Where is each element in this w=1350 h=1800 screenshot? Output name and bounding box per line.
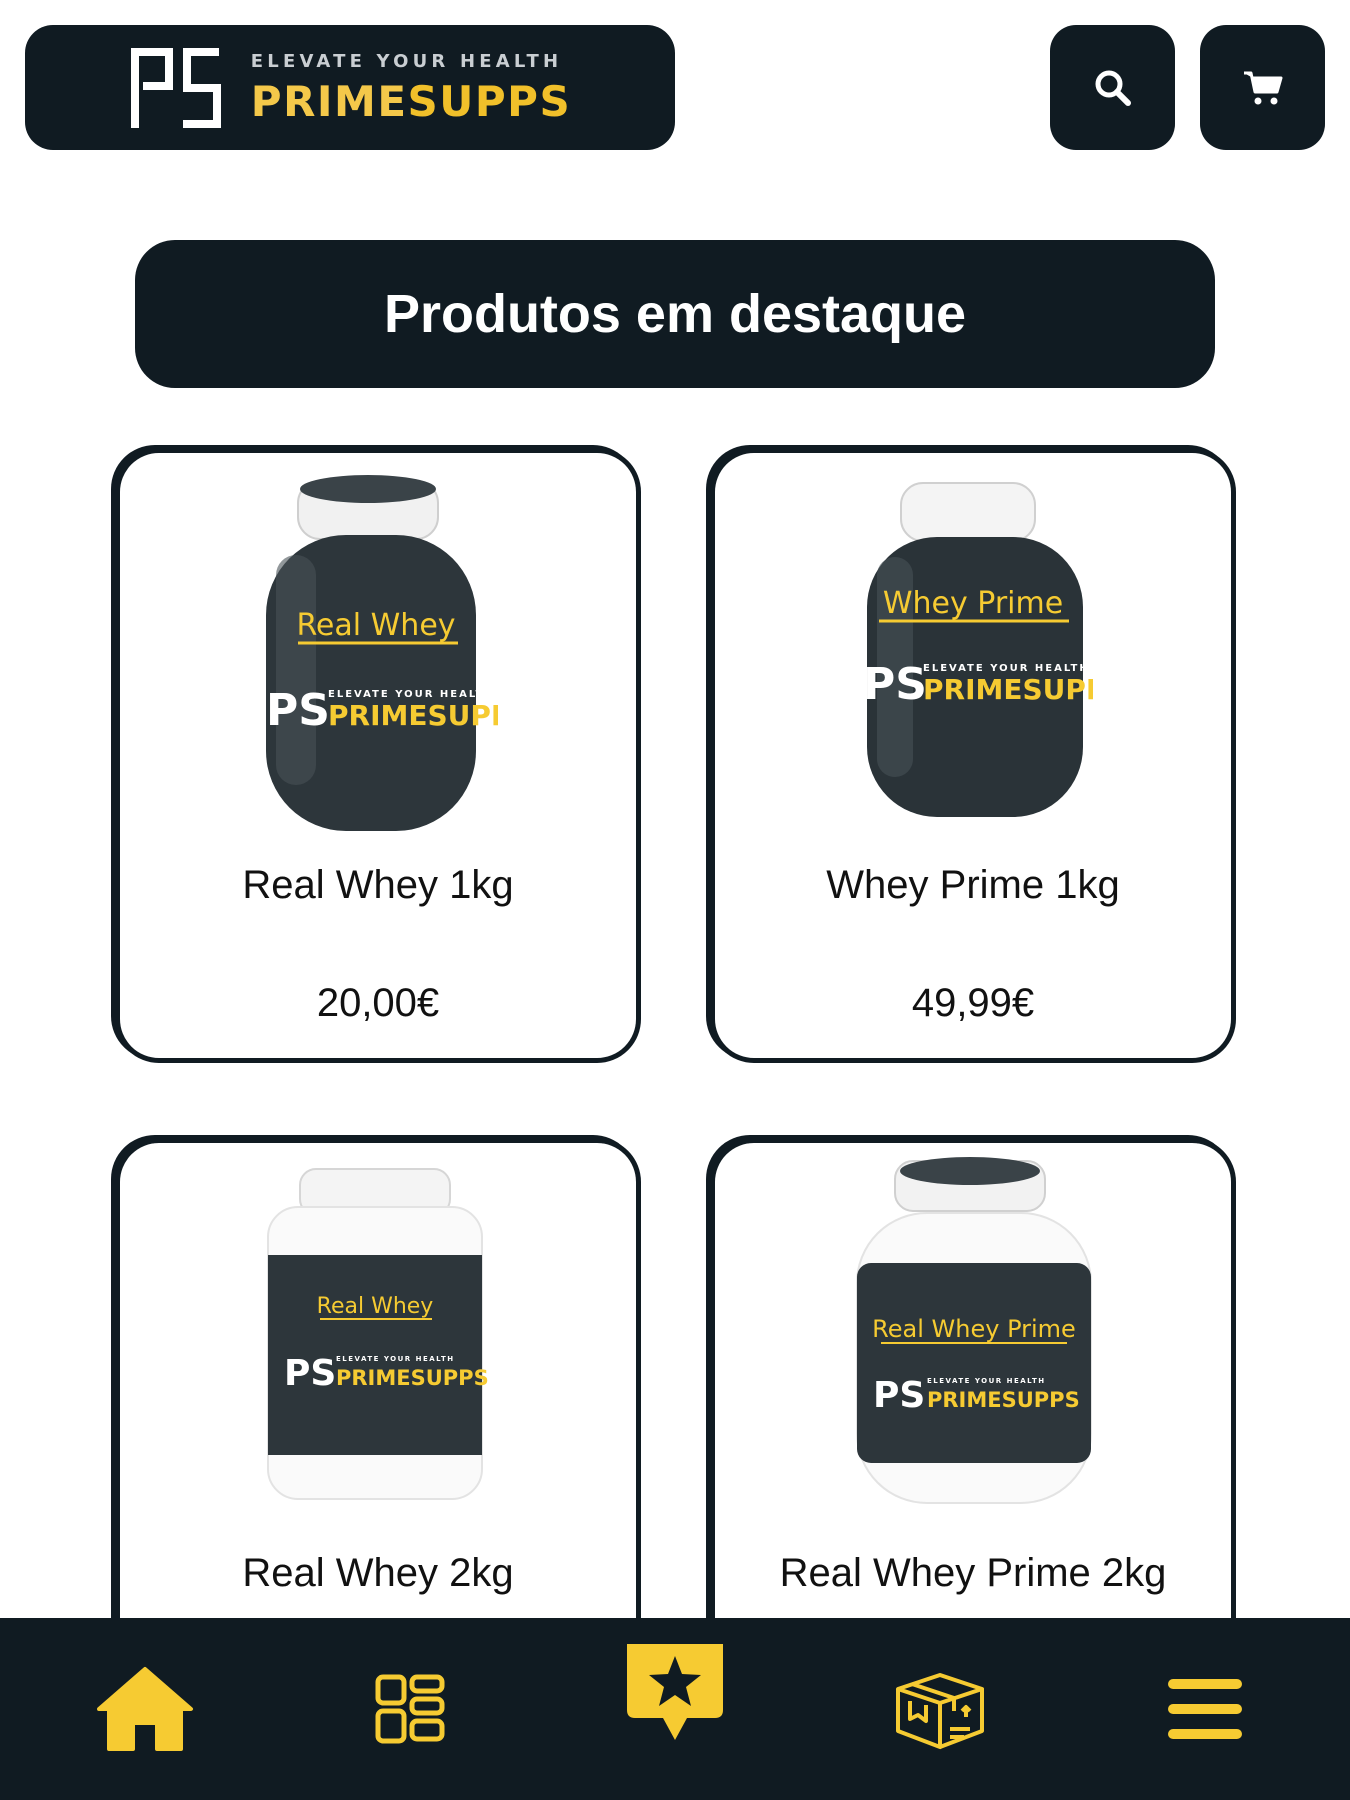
- nav-orders[interactable]: [875, 1618, 1005, 1800]
- svg-text:PS: PS: [863, 659, 927, 710]
- featured-star-icon: [627, 1644, 723, 1740]
- orders-box-icon: [896, 1673, 984, 1749]
- product-price: 49,99€: [911, 981, 1035, 1025]
- svg-text:Real Whey Prime: Real Whey Prime: [872, 1315, 1076, 1343]
- ps-logo-mark: [130, 47, 221, 128]
- svg-text:PS: PS: [873, 1375, 925, 1416]
- svg-text:PS: PS: [266, 685, 330, 736]
- svg-text:Whey Prime: Whey Prime: [883, 586, 1063, 621]
- product-name[interactable]: Real Whey 1kg: [120, 863, 636, 908]
- search-icon: [1095, 70, 1131, 106]
- nav-featured[interactable]: [610, 1618, 740, 1800]
- product-name[interactable]: Real Whey Prime 2kg: [715, 1551, 1231, 1596]
- svg-text:Real Whey: Real Whey: [317, 1294, 434, 1319]
- product-name[interactable]: Real Whey 2kg: [120, 1551, 636, 1596]
- cart-icon: [1243, 71, 1282, 104]
- product-name[interactable]: Whey Prime 1kg: [715, 863, 1231, 908]
- product-card[interactable]: Real Whey PS ELEVATE YOUR HEALTH PRIMESU…: [115, 448, 641, 1063]
- svg-text:PRIMESUPP: PRIMESUPP: [328, 699, 498, 732]
- logo-brand-name: PRIMESUPPS: [250, 76, 572, 126]
- product-image: Real Whey PS ELEVATE YOUR HEALTH PRIMESU…: [120, 1143, 636, 1543]
- svg-text:PS: PS: [284, 1353, 336, 1394]
- nav-categories[interactable]: [345, 1618, 475, 1800]
- svg-text:PRIMESUPPS: PRIMESUPPS: [336, 1366, 489, 1390]
- menu-icon: [1168, 1679, 1242, 1739]
- svg-text:ELEVATE YOUR HEALTH: ELEVATE YOUR HEALTH: [336, 1355, 455, 1363]
- nav-home[interactable]: [80, 1618, 210, 1800]
- home-icon: [97, 1667, 193, 1751]
- svg-text:ELEVATE YOUR HEALTH: ELEVATE YOUR HEALTH: [927, 1377, 1046, 1385]
- svg-text:Real Whey: Real Whey: [296, 608, 455, 643]
- svg-text:PRIMESUPP: PRIMESUPP: [923, 673, 1093, 706]
- product-image: Real Whey PS ELEVATE YOUR HEALTH PRIMESU…: [120, 453, 636, 853]
- section-title: Produtos em destaque: [135, 240, 1215, 388]
- search-button[interactable]: [1050, 25, 1175, 150]
- product-card[interactable]: Whey Prime PS ELEVATE YOUR HEALTH PRIMES…: [710, 448, 1236, 1063]
- cart-button[interactable]: [1200, 25, 1325, 150]
- svg-text:PRIMESUPPS: PRIMESUPPS: [927, 1388, 1080, 1412]
- product-image: Real Whey Prime PS ELEVATE YOUR HEALTH P…: [715, 1143, 1231, 1543]
- product-price: 20,00€: [316, 981, 440, 1025]
- logo-tagline: ELEVATE YOUR HEALTH: [250, 50, 563, 72]
- nav-menu[interactable]: [1140, 1618, 1270, 1800]
- categories-icon: [375, 1674, 445, 1744]
- brand-logo[interactable]: ELEVATE YOUR HEALTH PRIMESUPPS: [25, 25, 675, 150]
- product-image: Whey Prime PS ELEVATE YOUR HEALTH PRIMES…: [715, 453, 1231, 853]
- bottom-navigation: [0, 1618, 1350, 1800]
